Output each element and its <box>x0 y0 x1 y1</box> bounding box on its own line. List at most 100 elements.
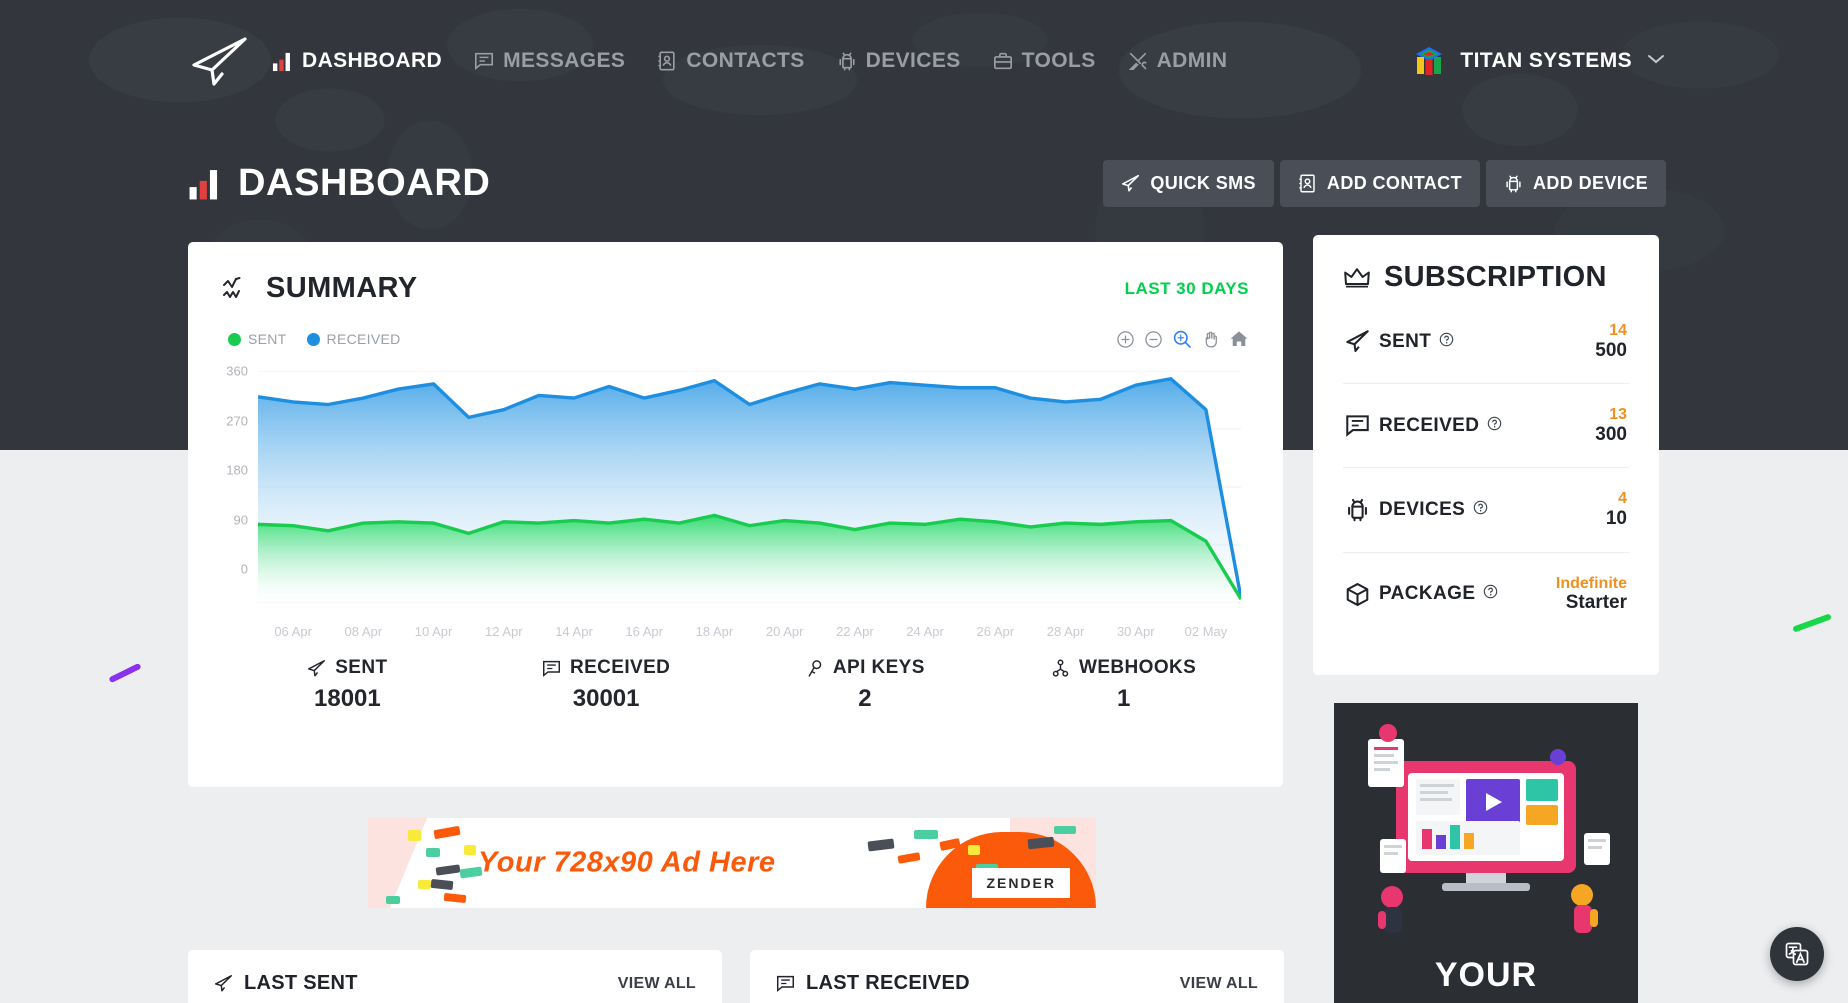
nav-item-admin[interactable]: ADMIN <box>1128 49 1228 73</box>
stat-api-keys: API KEYS 2 <box>736 657 995 713</box>
nav-item-dashboard[interactable]: DASHBOARD <box>272 49 442 73</box>
android-robot-icon <box>1345 497 1379 522</box>
x-tick: 02 May <box>1184 624 1228 639</box>
row-label-text: PACKAGE <box>1379 583 1476 605</box>
paper-plane-icon <box>1122 174 1140 192</box>
legend-item-sent[interactable]: SENT <box>228 331 287 347</box>
main-navbar: DASHBOARD MESSAGES CONTACTS DEVICES TOOL… <box>0 0 1848 122</box>
subscription-row-label: SENT <box>1379 331 1454 353</box>
chart-plot-area[interactable]: 06 Apr 08 Apr 10 Apr 12 Apr 14 Apr 16 Apr 18 A… <box>214 365 1247 643</box>
nav-item-contacts[interactable]: CONTACTS <box>657 49 804 73</box>
bar-chart-icon <box>272 52 290 71</box>
chat-bubble-icon <box>475 52 494 70</box>
nav-item-devices[interactable]: DEVICES <box>837 49 961 73</box>
view-all-link[interactable]: VIEW ALL <box>618 975 696 993</box>
page-header: DASHBOARD QUICK SMS ADD CONTACT ADD DEVI… <box>188 160 1666 207</box>
stat-label-text: RECEIVED <box>569 657 671 678</box>
zoom-in-icon[interactable] <box>1116 330 1135 349</box>
legend-item-received[interactable]: RECEIVED <box>306 331 401 347</box>
button-label: ADD CONTACT <box>1326 173 1462 193</box>
confetti <box>418 880 431 889</box>
stat-label-text: WEBHOOKS <box>1079 657 1197 678</box>
chat-bubble-icon <box>776 975 795 992</box>
subscription-card: SUBSCRIPTION SENT 14 500 RECEIVED 13 300… <box>1313 235 1659 675</box>
quick-sms-button[interactable]: QUICK SMS <box>1103 160 1274 207</box>
paper-plane-icon <box>192 37 247 86</box>
x-tick: 16 Apr <box>625 624 663 639</box>
nav-label: ADMIN <box>1156 49 1228 72</box>
row-used: 14 <box>1609 322 1627 339</box>
view-all-link[interactable]: VIEW ALL <box>1180 975 1258 993</box>
home-reset-icon[interactable] <box>1229 329 1249 349</box>
subscription-row-sent: SENT 14 500 <box>1343 300 1629 383</box>
card-title: LAST RECEIVED <box>776 972 970 995</box>
date-range-label[interactable]: LAST 30 DAYS <box>1125 279 1249 299</box>
android-robot-icon <box>839 52 855 71</box>
subscription-row-values: 14 500 <box>1595 322 1627 361</box>
subscription-row-label: DEVICES <box>1379 499 1488 521</box>
nav-label: TOOLS <box>1021 49 1096 72</box>
paper-plane-icon <box>214 974 233 992</box>
nav-label: DASHBOARD <box>302 49 443 72</box>
colored-cube-logo-icon <box>1416 47 1443 75</box>
legend-swatch <box>306 332 320 346</box>
row-used: 13 <box>1609 406 1627 424</box>
add-contact-button[interactable]: ADD CONTACT <box>1279 160 1480 207</box>
confetti <box>408 830 421 841</box>
subscription-title: SUBSCRIPTION <box>1343 261 1629 294</box>
subscription-row-package: PACKAGE Indefinite Starter <box>1343 551 1629 636</box>
row-total: 10 <box>1605 508 1627 530</box>
x-tick: 30 Apr <box>1116 624 1155 639</box>
profile-menu[interactable]: TITAN SYSTEMS <box>1412 44 1666 78</box>
promo-card[interactable]: YOUR <box>1334 703 1638 1003</box>
selection-zoom-icon[interactable] <box>1172 329 1192 349</box>
x-tick: 20 Apr <box>765 624 804 639</box>
last-sent-card: LAST SENT VIEW ALL <box>188 950 722 1003</box>
subscription-title-text: SUBSCRIPTION <box>1384 261 1607 293</box>
nav-item-tools[interactable]: TOOLS <box>993 49 1096 73</box>
add-device-button[interactable]: ADD DEVICE <box>1485 160 1666 207</box>
confetti <box>464 845 476 855</box>
nav-label: MESSAGES <box>503 49 626 72</box>
row-label-text: DEVICES <box>1379 498 1466 520</box>
question-circle-icon[interactable] <box>1483 583 1498 605</box>
ad-banner[interactable]: Your 728x90 Ad Here ZENDER <box>368 818 1096 908</box>
subscription-row-values: Indefinite Starter <box>1556 575 1627 614</box>
stat-received: RECEIVED 30001 <box>477 657 736 713</box>
x-tick: 18 Apr <box>695 624 734 639</box>
webhook-icon <box>1052 658 1069 677</box>
nav-item-messages[interactable]: MESSAGES <box>474 49 625 73</box>
nav-label: CONTACTS <box>686 49 805 72</box>
cube-box-icon <box>1345 582 1379 607</box>
x-tick: 24 Apr <box>906 624 944 639</box>
x-tick: 10 Apr <box>414 624 453 639</box>
android-robot-icon <box>1506 175 1521 193</box>
subscription-row-received: RECEIVED 13 300 <box>1343 383 1629 467</box>
subscription-row-values: 13 300 <box>1595 406 1627 445</box>
question-circle-icon[interactable] <box>1473 499 1488 521</box>
stat-label: SENT <box>218 657 477 679</box>
ad-text: Your 728x90 Ad Here <box>478 846 776 879</box>
translate-fab-button[interactable] <box>1770 927 1824 981</box>
ad-brand-badge: ZENDER <box>972 868 1070 898</box>
activity-line-icon <box>223 276 241 298</box>
legend-swatch <box>228 332 241 346</box>
legend-label: SENT <box>248 331 287 347</box>
stat-label-text: API KEYS <box>832 657 925 678</box>
legend-label: RECEIVED <box>326 331 401 347</box>
chevron-down-icon <box>1646 52 1666 70</box>
pan-hand-icon[interactable] <box>1201 330 1220 349</box>
brand-logo[interactable] <box>188 35 250 87</box>
row-used: 4 <box>1618 490 1627 508</box>
confetti <box>1054 826 1076 834</box>
question-circle-icon[interactable] <box>1439 331 1454 353</box>
toolbox-icon <box>993 52 1012 70</box>
stat-label-text: SENT <box>335 657 388 678</box>
page-actions: QUICK SMS ADD CONTACT ADD DEVICE <box>1103 160 1666 207</box>
zoom-out-icon[interactable] <box>1144 330 1163 349</box>
stat-value: 1 <box>1116 685 1131 712</box>
decorative-stroke-green <box>1792 613 1832 633</box>
question-circle-icon[interactable] <box>1487 415 1502 437</box>
bar-chart-icon <box>189 169 218 199</box>
chat-bubble-icon <box>542 660 560 677</box>
